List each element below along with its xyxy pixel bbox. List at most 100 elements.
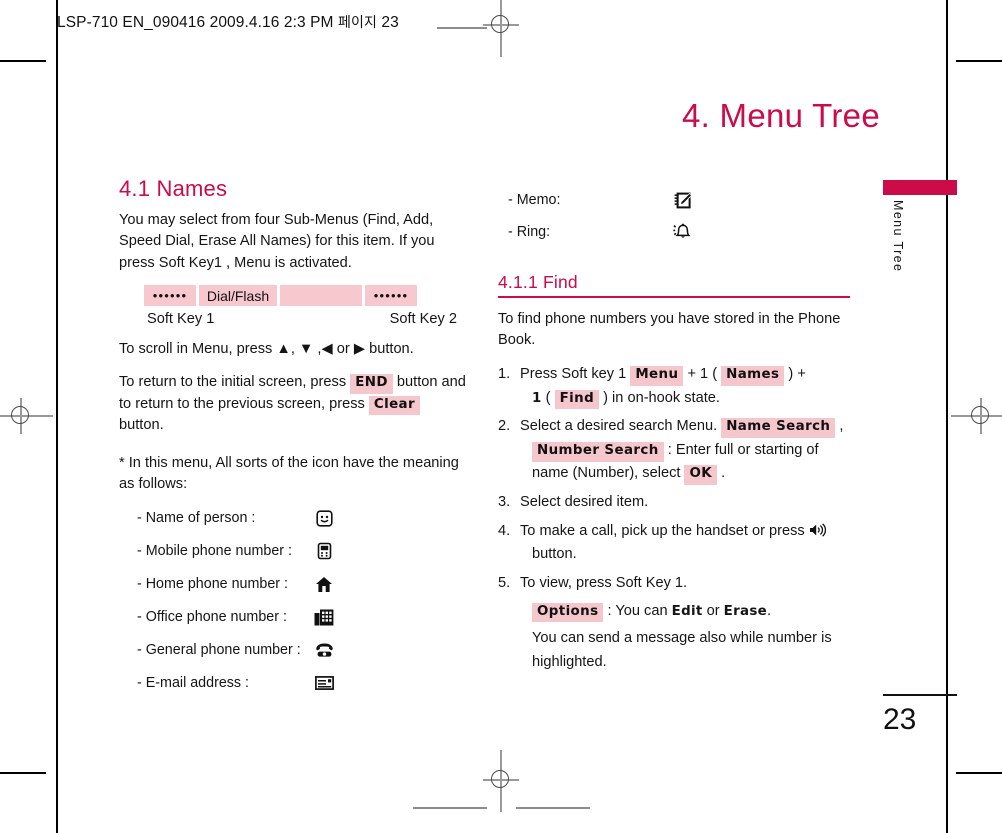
key-chip-options: Options: [532, 602, 604, 623]
key-chip-number-search: Number Search: [532, 441, 664, 462]
arrow-left-icon: ◀: [321, 341, 333, 358]
scroll-instruction: To scroll in Menu, press ▲, ▼ ,◀ or ▶ bu…: [119, 341, 414, 358]
list-item: - Ring:: [508, 216, 850, 248]
subsection-heading-find: 4.1.1 Find: [498, 272, 850, 298]
arrow-down-icon: ▼: [298, 341, 314, 358]
icon-legend-label: - E-mail address :: [137, 675, 250, 692]
slug-rule-left: [437, 27, 487, 29]
key-word-erase: Erase: [723, 603, 768, 619]
step-continuation: Number Search : Enter full or starting o…: [520, 439, 850, 463]
step-text: : Enter full or starting of: [663, 441, 819, 458]
scroll-text-after: button.: [365, 341, 414, 358]
step-text: ,: [835, 418, 844, 435]
speaker-icon: [809, 523, 826, 537]
key-chip-names: Names: [721, 365, 785, 386]
step-text: + 1 (: [683, 365, 722, 382]
softkey-cell-dots-right: ••••••: [365, 285, 417, 307]
mobile-phone-icon: [309, 542, 339, 560]
crop-mark-top-right-h: [956, 60, 1002, 62]
list-item: - Mobile phone number :: [137, 535, 467, 568]
step-continuation: 1 ( Find ) in on-hook state.: [520, 387, 850, 411]
softkey-cell-dots-left: ••••••: [144, 285, 196, 307]
icon-meaning-note: * In this menu, All sorts of the icon ha…: [119, 454, 459, 493]
crop-mark-bottom-right-v: [946, 788, 948, 833]
footer-rule-left: [413, 807, 487, 809]
return-text-1: To return to the initial screen, press: [119, 373, 347, 390]
list-item: 3. Select desired item.: [498, 491, 850, 515]
list-item: 5. To view, press Soft Key 1. Options : …: [498, 572, 850, 675]
footer-rule-right: [516, 807, 590, 809]
envelope-card-icon: [309, 676, 339, 691]
crop-mark-bottom-left-h: [0, 772, 46, 774]
key-number-1: 1: [532, 390, 542, 406]
softkey-2-caption: Soft Key 2: [389, 311, 457, 328]
step-text: ) in on-hook state.: [599, 389, 720, 406]
list-item: - Memo:: [508, 184, 850, 216]
print-slug: LSP-710 EN_090416 2009.4.16 2:3 PM 페이지 2…: [57, 12, 399, 32]
telephone-icon: [309, 642, 339, 658]
names-intro-paragraph: You may select from four Sub-Menus (Find…: [119, 212, 435, 271]
list-item: - E-mail address :: [137, 667, 467, 700]
section-heading-names: 4.1 Names: [119, 176, 228, 201]
softkey-cell-dial-flash: Dial/Flash: [199, 285, 277, 307]
icon-legend-label: - Name of person :: [137, 510, 256, 527]
return-instruction: To return to the initial screen, press E…: [119, 372, 467, 437]
step-number: 1.: [498, 365, 511, 382]
list-item: 4. To make a call, pick up the handset o…: [498, 520, 850, 567]
registration-mark-bottom: [483, 750, 519, 812]
step-continuation: name (Number), select OK .: [520, 462, 850, 486]
icon-legend-label: - General phone number :: [137, 642, 301, 659]
step-continuation: highlighted.: [532, 653, 607, 670]
key-chip-menu: Menu: [630, 365, 684, 386]
arrow-up-icon: ▲: [276, 341, 291, 358]
key-chip-clear: Clear: [368, 395, 420, 416]
left-column: 4.1 Names You may select from four Sub-M…: [119, 176, 467, 700]
icon-legend-label: - Mobile phone number :: [137, 543, 292, 560]
crop-mark-top-right-v: [946, 0, 948, 46]
smiley-face-icon: [309, 509, 339, 527]
softkey-strip: •••••• Dial/Flash ••••••: [144, 285, 467, 307]
step-continuation: You can send a message also while number…: [532, 630, 832, 647]
icon-legend-label: - Home phone number :: [137, 576, 288, 593]
ringing-bell-icon: [668, 223, 698, 242]
list-item: 1. Press Soft key 1 Menu + 1 ( Names ) +…: [498, 363, 850, 410]
step-text: Select desired item.: [520, 494, 649, 511]
find-steps-list: 1. Press Soft key 1 Menu + 1 ( Names ) +…: [498, 363, 850, 675]
step-text: Select a desired search Menu.: [520, 418, 722, 435]
step-text: To view, press Soft Key 1.: [520, 575, 688, 591]
key-chip-find: Find: [554, 389, 600, 410]
step-text: .: [717, 465, 726, 482]
registration-mark-right: [951, 398, 1002, 434]
return-text-3: button.: [119, 417, 164, 434]
print-slug-page: 23: [381, 14, 399, 31]
softkey-caption-row: Soft Key 1 Soft Key 2: [147, 311, 457, 327]
page-frame-right: [946, 46, 948, 788]
softkey-cell-blank: [280, 285, 362, 307]
list-item: - General phone number :: [137, 634, 467, 667]
registration-mark-top: [483, 0, 519, 57]
key-word-edit: Edit: [671, 603, 703, 619]
list-item: - Home phone number :: [137, 568, 467, 601]
step-number: 4.: [498, 522, 511, 539]
step-text: or: [702, 602, 724, 619]
office-building-icon: [309, 609, 339, 626]
softkey-1-caption: Soft Key 1: [147, 311, 215, 328]
side-tab-bar: [883, 180, 957, 195]
step-continuation: button.: [532, 546, 577, 563]
crop-mark-top-left-h: [0, 60, 46, 62]
step-number: 2.: [498, 418, 511, 435]
page-number-rule: [883, 694, 957, 696]
arrow-right-icon: ▶: [353, 341, 366, 358]
list-item: 2. Select a desired search Menu. Name Se…: [498, 415, 850, 486]
key-chip-name-search: Name Search: [721, 418, 836, 438]
house-icon: [309, 576, 339, 593]
step-number: 3.: [498, 494, 511, 511]
icon-legend-list: - Name of person : - Mobile phone number…: [137, 502, 467, 700]
icon-legend-label: - Memo:: [508, 192, 561, 208]
list-item: - Office phone number :: [137, 601, 467, 634]
crop-mark-bottom-right-h: [956, 772, 1002, 774]
icon-legend-label: - Office phone number :: [137, 609, 287, 626]
step-text: (: [541, 389, 555, 406]
key-chip-end: END: [350, 373, 393, 394]
find-intro-paragraph: To find phone numbers you have stored in…: [498, 311, 841, 349]
